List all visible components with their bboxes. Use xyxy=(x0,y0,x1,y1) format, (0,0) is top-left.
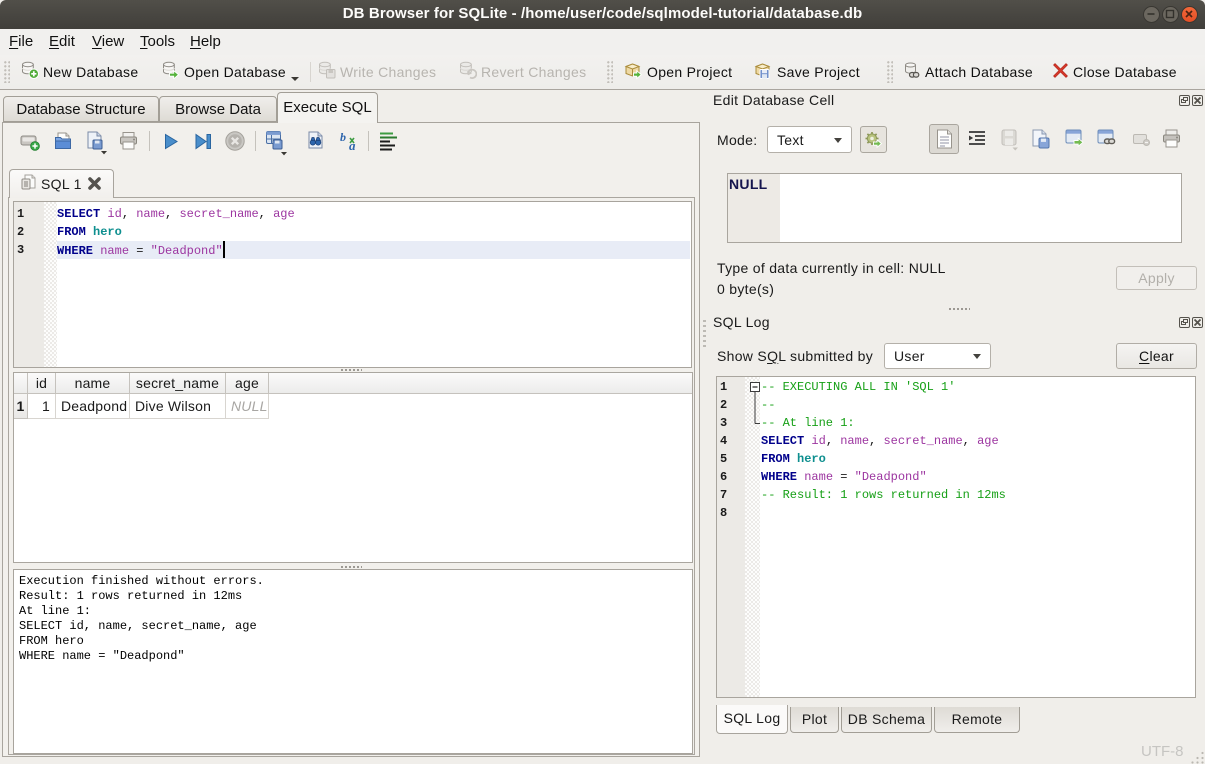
svg-text:b: b xyxy=(340,130,346,144)
